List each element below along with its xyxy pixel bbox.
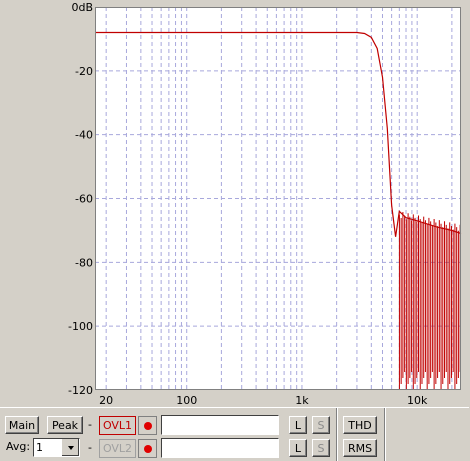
chevron-down-icon[interactable]: [61, 439, 79, 456]
ovl2-indicator: OVL2: [99, 439, 136, 458]
record-button-1[interactable]: [138, 416, 157, 435]
x-tick-label: 100: [176, 394, 197, 406]
avg-select[interactable]: 1: [33, 438, 80, 457]
l-button-2[interactable]: L: [289, 439, 307, 457]
separator: [336, 408, 338, 461]
record-dot-icon: [143, 421, 152, 430]
y-tick-label: -80: [75, 256, 93, 269]
y-tick-label: -120: [68, 384, 93, 397]
y-tick-label: -20: [75, 65, 93, 78]
avg-label: Avg:: [6, 440, 31, 453]
level-field-2: [161, 438, 279, 458]
x-tick-label: 10k: [407, 394, 428, 406]
x-tick-label: 20: [99, 394, 113, 406]
level-field-1: [161, 415, 279, 435]
spectrum-plot: 0dB -20 -40 -60 -80 -100 -120 20 100 1k 10k: [68, 1, 462, 406]
y-tick-label: -100: [68, 320, 93, 333]
dash-separator: -: [88, 418, 92, 431]
y-tick-label: -60: [75, 193, 93, 206]
s-button-1[interactable]: S: [312, 416, 330, 434]
record-button-2[interactable]: [138, 439, 157, 458]
s-button-2[interactable]: S: [312, 439, 330, 457]
rms-button[interactable]: RMS: [343, 439, 377, 457]
y-tick-label: 0dB: [71, 1, 93, 14]
x-tick-label: 1k: [295, 394, 309, 406]
avg-value: 1: [36, 441, 43, 454]
thd-button[interactable]: THD: [343, 416, 377, 434]
spectrum-plot-frame: 0dB -20 -40 -60 -80 -100 -120 20 100 1k 10k: [0, 0, 469, 406]
y-tick-label: -40: [75, 129, 93, 142]
l-button-1[interactable]: L: [289, 416, 307, 434]
control-panel: Main Peak - OVL1 L S THD Avg: 1 - OVL2 L…: [0, 407, 469, 461]
record-dot-icon: [143, 444, 152, 453]
main-button[interactable]: Main: [5, 416, 39, 434]
ovl1-indicator: OVL1: [99, 416, 136, 435]
peak-button[interactable]: Peak: [47, 416, 83, 434]
separator: [384, 408, 386, 461]
dash-separator: -: [88, 441, 92, 454]
